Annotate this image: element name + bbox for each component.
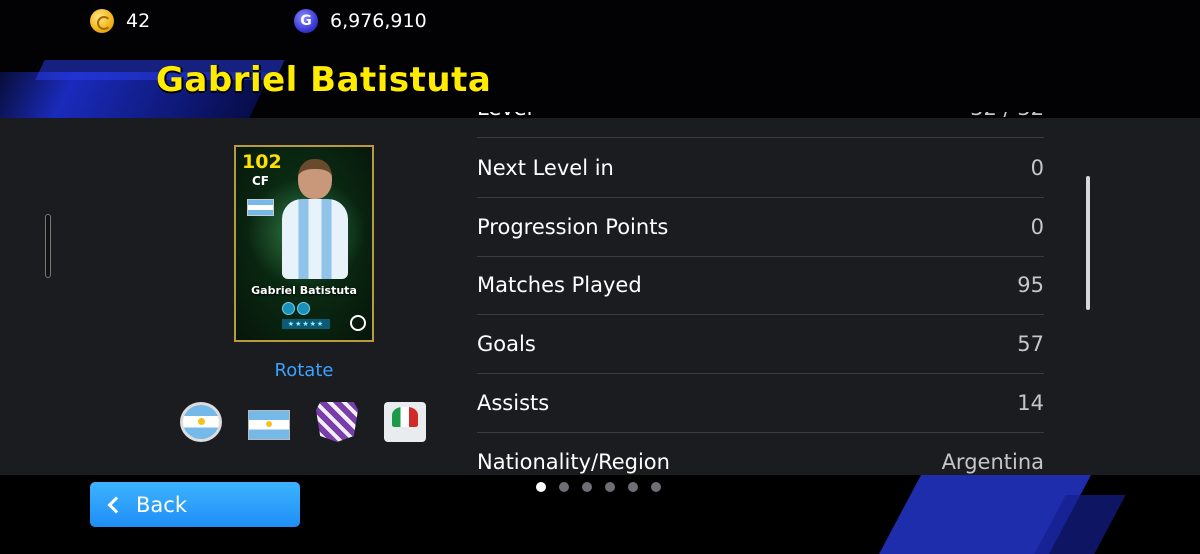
card-rating: 102 <box>242 151 282 173</box>
page-dot[interactable] <box>651 482 661 492</box>
card-stars: ★★★★★ <box>282 319 330 329</box>
coins-display: 42 <box>90 9 150 33</box>
stat-row-level: Level 32 / 32 <box>477 112 1044 138</box>
stat-row-progression-points: Progression Points 0 <box>477 198 1044 257</box>
stat-value: 95 <box>1017 273 1044 297</box>
page-dot[interactable] <box>559 482 569 492</box>
stat-label: Nationality/Region <box>477 450 670 474</box>
stat-value: 57 <box>1017 332 1044 356</box>
league-logo-icon[interactable] <box>384 402 426 442</box>
stat-row-nationality: Nationality/Region Argentina <box>477 433 1044 475</box>
stat-value: 14 <box>1017 391 1044 415</box>
stats-scrollbar[interactable] <box>1086 176 1090 310</box>
card-player-name: Gabriel Batistuta <box>251 284 357 297</box>
player-figure <box>280 153 350 303</box>
page-dot[interactable] <box>582 482 592 492</box>
page-dot[interactable] <box>605 482 615 492</box>
stat-label: Progression Points <box>477 215 669 239</box>
stat-value: 32 / 32 <box>970 112 1044 120</box>
page-dot[interactable] <box>628 482 638 492</box>
player-jersey <box>282 199 348 279</box>
skill-badge-icon <box>282 302 295 315</box>
gp-icon: G <box>294 9 318 33</box>
top-bar: 42 G 6,976,910 Gabriel Batistuta <box>0 0 1200 118</box>
gp-display: G 6,976,910 <box>294 9 427 33</box>
back-label: Back <box>136 492 187 517</box>
page-indicator <box>536 482 661 492</box>
back-button[interactable]: Back <box>90 482 300 527</box>
stat-row-matches-played: Matches Played 95 <box>477 256 1044 315</box>
rotate-link[interactable]: Rotate <box>234 360 374 381</box>
page-dot[interactable] <box>536 482 546 492</box>
coins-value: 42 <box>126 10 151 32</box>
stat-label: Goals <box>477 332 536 356</box>
player-head <box>298 159 332 199</box>
stat-label: Next Level in <box>477 156 614 180</box>
efootball-logo-icon <box>350 315 366 331</box>
stat-label: Matches Played <box>477 273 642 297</box>
player-name-title: Gabriel Batistuta <box>156 60 492 100</box>
stat-row-next-level: Next Level in 0 <box>477 139 1044 198</box>
nationality-round-flag-icon[interactable] <box>180 402 222 442</box>
chevron-left-icon <box>107 496 125 513</box>
player-card[interactable]: 102 CF Gabriel Batistuta ★★★★★ <box>234 145 374 342</box>
club-crest-icon[interactable] <box>316 402 358 442</box>
ecoin-icon <box>90 9 114 33</box>
left-scrollbar[interactable] <box>45 214 51 278</box>
card-position: CF <box>252 174 270 188</box>
stat-value: Argentina <box>941 450 1044 474</box>
skill-badge-icon <box>297 302 310 315</box>
stats-list[interactable]: Level 32 / 32 Next Level in 0 Progressio… <box>477 112 1044 475</box>
card-badges <box>282 302 310 315</box>
gp-value: 6,976,910 <box>330 10 427 32</box>
stat-label: Level <box>477 112 532 120</box>
stat-row-goals: Goals 57 <box>477 315 1044 374</box>
stat-value: 0 <box>1030 156 1044 180</box>
stat-label: Assists <box>477 391 550 415</box>
card-flag-icon <box>247 199 274 216</box>
origin-icons <box>180 402 426 442</box>
stat-row-assists: Assists 14 <box>477 374 1044 433</box>
national-flag-icon[interactable] <box>248 409 290 440</box>
stat-value: 0 <box>1030 215 1044 239</box>
